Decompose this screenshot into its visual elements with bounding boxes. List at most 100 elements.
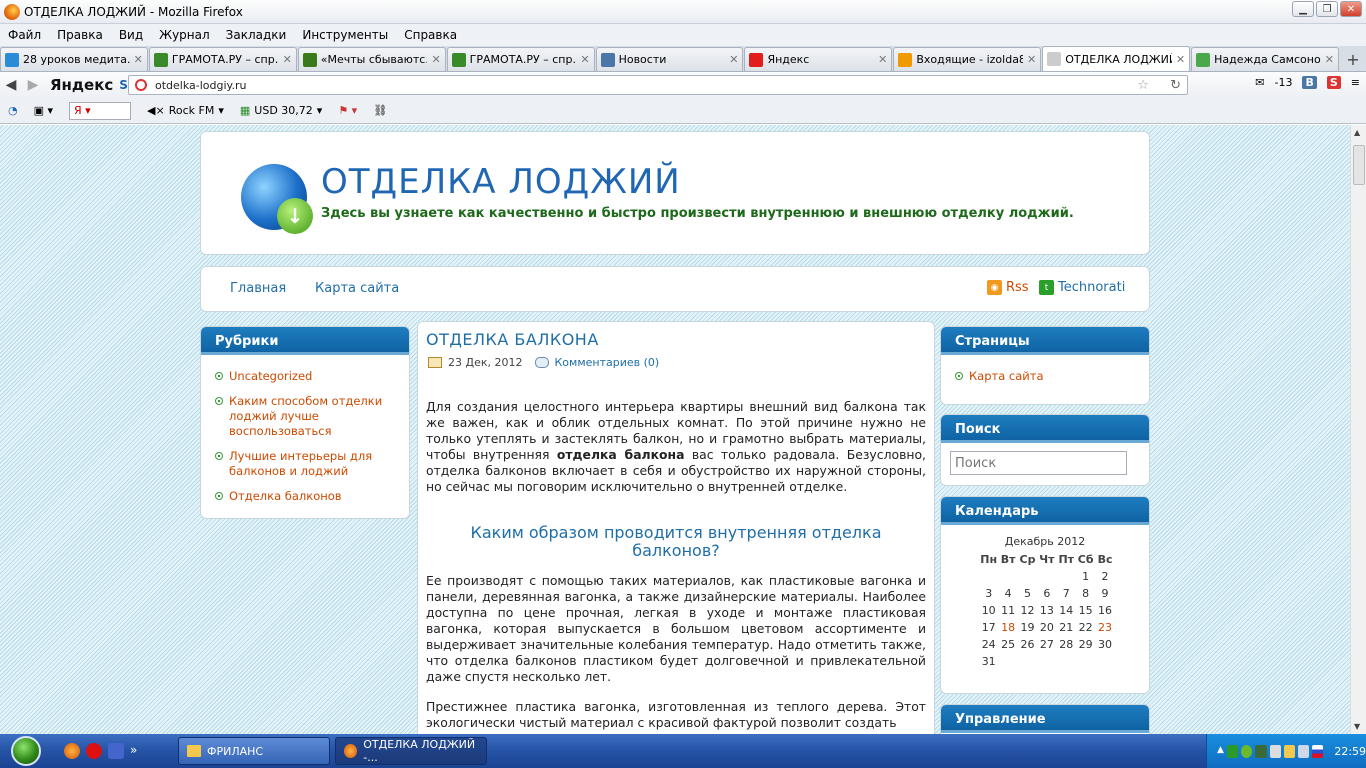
link-icon[interactable]: ⛓ [373, 104, 387, 117]
tab-5[interactable]: Яндекс ✕ [744, 47, 893, 71]
url-bar[interactable]: otdelka-lodgiy.ru ☆ ↻ [128, 75, 1188, 95]
url-text[interactable]: otdelka-lodgiy.ru [155, 79, 246, 92]
app-icon[interactable] [108, 743, 124, 759]
download-arrow-icon: ↓ [277, 198, 313, 234]
tab-4[interactable]: Новости ✕ [595, 47, 744, 71]
scroll-thumb[interactable] [1353, 145, 1365, 185]
scroll-up-icon[interactable]: ▲ [1354, 128, 1360, 137]
menu-edit[interactable]: Правка [49, 28, 111, 42]
menu-file[interactable]: Файл [0, 28, 49, 42]
rss-link[interactable]: ◉ Rss [987, 280, 1029, 295]
nav-sitemap-link[interactable]: Карта сайта [315, 281, 399, 296]
tab-close-icon[interactable]: ✕ [878, 53, 887, 66]
tab-3[interactable]: ГРАМОТА.РУ – спр... ✕ [446, 47, 595, 71]
yandex-search-input[interactable]: Я ▾ [69, 101, 132, 120]
menu-view[interactable]: Вид [111, 28, 151, 42]
menu-bookmarks[interactable]: Закладки [218, 28, 295, 42]
radio-widget[interactable]: ◀× Rock FM ▾ [147, 104, 224, 117]
calendar-day: 22 [1078, 621, 1093, 634]
tray-volume-icon[interactable] [1297, 744, 1310, 758]
yandex-logo[interactable]: Яндекс [50, 76, 113, 94]
tab-1[interactable]: ГРАМОТА.РУ – спр... ✕ [148, 47, 297, 71]
currency-icon: ▦ [239, 104, 251, 117]
pages-item[interactable]: Карта сайта [955, 369, 1135, 384]
screenshot-icon[interactable]: ▣ ▾ [34, 104, 53, 117]
tab-close-icon[interactable]: ✕ [431, 53, 440, 66]
tab-close-icon[interactable]: ✕ [283, 53, 292, 66]
tab-0[interactable]: 28 уроков медита... ✕ [0, 47, 148, 71]
calendar-day[interactable]: 23 [1095, 619, 1114, 636]
forward-button[interactable]: ▶ [22, 77, 44, 93]
mail-icon[interactable]: ✉ [1255, 76, 1264, 89]
tab-close-icon[interactable]: ✕ [1325, 53, 1334, 66]
menu-help[interactable]: Справка [396, 28, 465, 42]
bookmark-star-icon[interactable]: ☆ [1137, 78, 1149, 93]
game-icon [302, 52, 317, 67]
windows-logo-icon [11, 736, 41, 766]
comments-link[interactable]: Комментариев (0) [555, 356, 660, 369]
tab-8[interactable]: Надежда Самсоно... ✕ [1191, 47, 1340, 71]
post-title[interactable]: ОТДЕЛКА БАЛКОНА [426, 330, 599, 349]
tray-monitor-icon[interactable] [1255, 744, 1267, 758]
nav-home-link[interactable]: Главная [230, 281, 286, 296]
calendar-day: 24 [981, 638, 996, 651]
tab-6[interactable]: Входящие - izolda8... ✕ [893, 47, 1042, 71]
rubric-item[interactable]: Лучшие интерьеры для балконов и лоджий [215, 449, 395, 479]
minimize-button[interactable]: ▁ [1292, 1, 1314, 17]
tab-close-icon[interactable]: ✕ [1176, 53, 1185, 66]
menu-icon[interactable]: ≡ [1351, 76, 1360, 89]
site-title[interactable]: ОТДЕЛКА ЛОДЖИЙ [321, 162, 681, 202]
more-icon[interactable]: » [130, 743, 137, 759]
technorati-link[interactable]: t Technorati [1039, 280, 1125, 295]
calendar-day: 19 [1020, 621, 1035, 634]
new-tab-button[interactable]: + [1340, 47, 1366, 71]
firefox-quicklaunch-icon[interactable] [64, 743, 80, 759]
tray-folder-icon[interactable] [1283, 744, 1295, 758]
rubric-item[interactable]: Uncategorized [215, 369, 395, 384]
clock[interactable]: 22:59 [1334, 745, 1366, 758]
pages-title: Страницы [941, 327, 1149, 355]
weather-value[interactable]: -13 [1274, 76, 1292, 89]
currency-widget[interactable]: ▦ USD 30,72 ▾ [240, 104, 322, 117]
start-button[interactable] [0, 734, 52, 768]
addon-s-icon[interactable]: S [1326, 76, 1341, 89]
scroll-down-icon[interactable]: ▼ [1354, 722, 1360, 731]
bullet-icon [215, 452, 223, 460]
taskbar-firefox-button[interactable]: ОТДЕЛКА ЛОДЖИЙ -... [335, 737, 487, 765]
rubric-item[interactable]: Каким способом отделки лоджий лучше восп… [215, 394, 395, 439]
search-input[interactable] [950, 451, 1127, 475]
calendar-day [1095, 653, 1114, 670]
tray-frog-icon[interactable] [1241, 744, 1253, 758]
site-description: Здесь вы узнаете как качественно и быстр… [321, 206, 1074, 221]
tab-close-icon[interactable]: ✕ [580, 53, 589, 66]
tab-close-icon[interactable]: ✕ [1027, 53, 1036, 66]
tab-7[interactable]: ОТДЕЛКА ЛОДЖИЙ ✕ [1042, 46, 1191, 71]
calendar-day: 5 [1023, 587, 1031, 600]
back-button[interactable]: ◀ [0, 77, 22, 93]
tab-2[interactable]: «Мечты сбываютс... ✕ [297, 47, 446, 71]
site-identity-icon[interactable] [135, 79, 147, 91]
tab-close-icon[interactable]: ✕ [729, 53, 738, 66]
menu-tools[interactable]: Инструменты [294, 28, 396, 42]
calendar-day: 2 [1101, 570, 1109, 583]
vertical-scrollbar[interactable]: ▲ ▼ [1350, 125, 1366, 734]
yandex-s-icon[interactable]: S [119, 78, 128, 92]
reload-icon[interactable]: ↻ [1170, 78, 1181, 93]
tray-network-icon[interactable] [1269, 744, 1281, 758]
taskbar-folder-button[interactable]: ФРИЛАНС [178, 737, 330, 765]
close-button[interactable]: ✕ [1340, 1, 1362, 17]
tray-language-icon[interactable] [1312, 744, 1324, 758]
rubric-item[interactable]: Отделка балконов [215, 489, 395, 504]
menu-history[interactable]: Журнал [151, 28, 218, 42]
tray-app-icon[interactable] [1226, 744, 1239, 758]
calendar-day[interactable]: 18 [998, 619, 1017, 636]
maximize-button[interactable]: ❐ [1316, 1, 1338, 17]
flag-icon[interactable]: ⚑ ▾ [338, 104, 357, 117]
calendar-widget: Календарь Декабрь 2012 Пн Вт Ср Чт Пт Сб Вс 1 2 3… [940, 496, 1150, 694]
vk-icon[interactable]: В [1302, 76, 1317, 89]
opera-icon[interactable] [86, 743, 102, 759]
yandex-bar-icon[interactable]: ◔ [8, 104, 18, 117]
tray-arrow-icon[interactable]: ▲ [1217, 745, 1224, 758]
pages-item-label: Карта сайта [969, 369, 1044, 383]
tab-close-icon[interactable]: ✕ [134, 53, 143, 66]
